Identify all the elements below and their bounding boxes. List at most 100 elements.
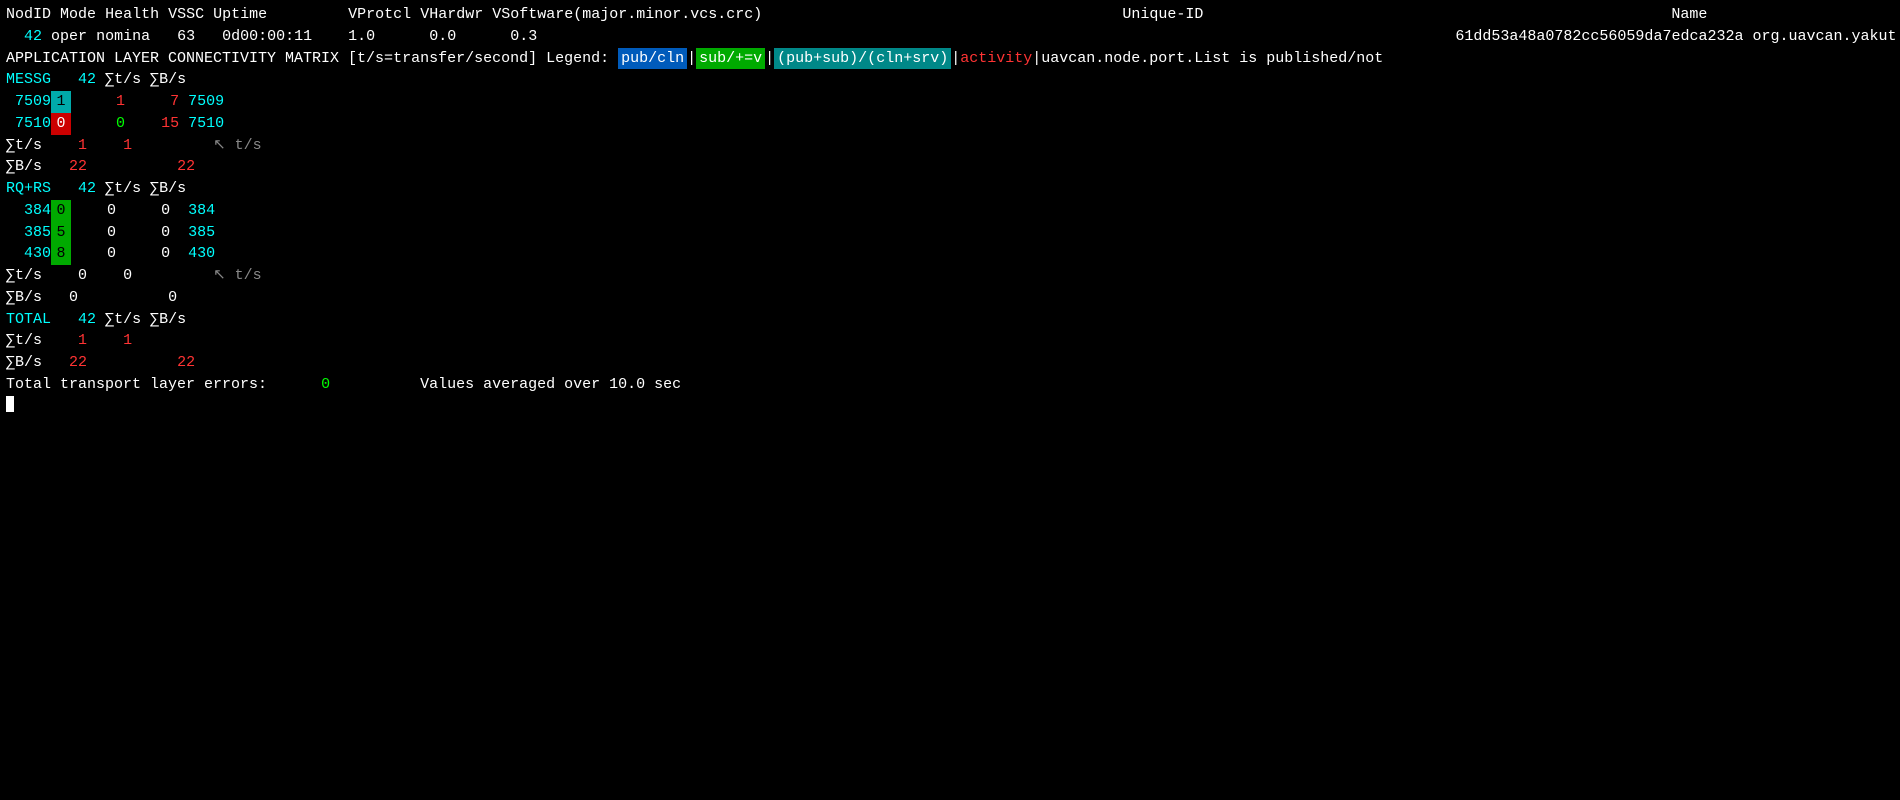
rqrs-total-bs-right: 0 <box>168 287 177 309</box>
badge-activity: activity <box>960 48 1032 70</box>
col-mode: Mode <box>60 4 96 26</box>
col-name: Name <box>1671 4 1707 26</box>
node-uniqueid: 61dd53a48a0782cc56059da7edca232a <box>1455 26 1743 48</box>
rqrs-cell-430: 8 <box>51 243 71 265</box>
rqrs-header: RQ+RS 42 ∑t/s ∑B/s <box>6 178 1894 200</box>
rqrs-sum-ts: ∑t/s <box>105 178 141 200</box>
badge-pub-cln: pub/cln <box>618 48 687 70</box>
messg-total-ts-label: ∑t/s <box>6 135 42 157</box>
messg-nodeid: 42 <box>78 69 96 91</box>
cursor-row <box>6 396 1894 412</box>
messg-cell-7509: 1 <box>51 91 71 113</box>
rqrs-total-ts-right: 0 <box>123 265 132 287</box>
node-vssc: 63 <box>177 26 195 48</box>
rqrs-sum-bs: ∑B/s <box>150 178 186 200</box>
rqrs-total-ts-arrow: ↖ t/s <box>213 265 262 287</box>
errors-label: Total transport layer errors: <box>6 374 267 396</box>
legend-prefix: APPLICATION LAYER CONNECTIVITY MATRIX [t… <box>6 48 618 70</box>
node-row: 42 oper nomina 63 0d00:00:11 1.0 0.0 0.3 <box>6 26 1894 48</box>
node-health: nomina <box>96 26 150 48</box>
col-vprotcl: VProtcl <box>348 4 411 26</box>
total-ts-right: 1 <box>123 330 132 352</box>
node-vsoftware: 0.3 <box>510 26 537 48</box>
total-nodeid: 42 <box>78 309 96 331</box>
messg-id2-7510: 7510 <box>188 113 224 135</box>
rqrs-cell-385: 5 <box>51 222 71 244</box>
legend-suffix: uavcan.node.port.List is published/not <box>1041 48 1383 70</box>
col-vssc: VSSC <box>168 4 204 26</box>
messg-id-7509: 7509 <box>15 91 51 113</box>
total-bs-label: ∑B/s <box>6 352 42 374</box>
badge-sub: sub/+=v <box>696 48 765 70</box>
rqrs-ts-384: 0 <box>107 200 116 222</box>
messg-row-7510: 7510 0 0 15 7510 <box>6 113 1894 135</box>
rqrs-nodeid: 42 <box>78 178 96 200</box>
total-sum-bs: ∑B/s <box>150 309 186 331</box>
messg-bs-7509: 7 <box>170 91 179 113</box>
total-bs-right: 22 <box>177 352 195 374</box>
rqrs-row-384: 384 0 0 0 384 <box>6 200 1894 222</box>
messg-total-bs-label: ∑B/s <box>6 156 42 178</box>
rqrs-bs-385: 0 <box>161 222 170 244</box>
rqrs-label: RQ+RS <box>6 178 51 200</box>
total-ts-row: ∑t/s 1 1 <box>6 330 1894 352</box>
messg-total-ts-arrow: ↖ t/s <box>213 135 262 157</box>
rqrs-total-bs-label: ∑B/s <box>6 287 42 309</box>
total-label: TOTAL <box>6 309 51 331</box>
total-ts-label: ∑t/s <box>6 330 42 352</box>
messg-total-bs-right: 22 <box>177 156 195 178</box>
messg-total-ts-right: 1 <box>123 135 132 157</box>
messg-sum-bs: ∑B/s <box>150 69 186 91</box>
messg-ts-7510: 0 <box>116 113 125 135</box>
rqrs-id2-430: 430 <box>188 243 215 265</box>
messg-bs-7510: 15 <box>161 113 179 135</box>
messg-id2-7509: 7509 <box>188 91 224 113</box>
rqrs-id-385: 385 <box>24 222 51 244</box>
rqrs-total-ts-label: ∑t/s <box>6 265 42 287</box>
header-row: NodID Mode Health VSSC Uptime VProtcl VH… <box>6 4 1894 26</box>
col-uniqueid: Unique-ID <box>1122 4 1203 26</box>
rqrs-bs-384: 0 <box>161 200 170 222</box>
rqrs-id2-385: 385 <box>188 222 215 244</box>
messg-header: MESSG 42 ∑t/s ∑B/s <box>6 69 1894 91</box>
footer-errors-row: Total transport layer errors: 0 Values a… <box>6 374 1894 396</box>
rqrs-id-384: 384 <box>24 200 51 222</box>
messg-id-7510: 7510 <box>15 113 51 135</box>
col-vsoftware: VSoftware(major.minor.vcs.crc) <box>492 4 762 26</box>
messg-ts-7509: 1 <box>116 91 125 113</box>
legend-row: APPLICATION LAYER CONNECTIVITY MATRIX [t… <box>6 48 1894 70</box>
rqrs-bs-430: 0 <box>161 243 170 265</box>
rqrs-row-430: 430 8 0 0 430 <box>6 243 1894 265</box>
badge-ratio: (pub+sub)/(cln+srv) <box>774 48 951 70</box>
avg-label: Values averaged over 10.0 sec <box>420 374 681 396</box>
node-vprotcl: 1.0 <box>348 26 375 48</box>
rqrs-id2-384: 384 <box>188 200 215 222</box>
total-ts-val: 1 <box>78 330 87 352</box>
terminal-cursor <box>6 396 14 412</box>
rqrs-id-430: 430 <box>24 243 51 265</box>
messg-sum-ts: ∑t/s <box>105 69 141 91</box>
node-nodeid: 42 <box>24 26 42 48</box>
col-vhardwr: VHardwr <box>420 4 483 26</box>
rqrs-total-bs-val: 0 <box>69 287 78 309</box>
node-uptime: 0d00:00:11 <box>222 26 312 48</box>
messg-label: MESSG <box>6 69 51 91</box>
total-header: TOTAL 42 ∑t/s ∑B/s <box>6 309 1894 331</box>
total-bs-row: ∑B/s 22 22 <box>6 352 1894 374</box>
messg-row-7509: 7509 1 1 7 7509 <box>6 91 1894 113</box>
col-uptime: Uptime <box>213 4 267 26</box>
terminal: NodID Mode Health VSSC Uptime VProtcl VH… <box>0 0 1900 416</box>
rqrs-ts-385: 0 <box>107 222 116 244</box>
total-bs-val: 22 <box>69 352 87 374</box>
messg-total-ts-val: 1 <box>78 135 87 157</box>
rqrs-ts-430: 0 <box>107 243 116 265</box>
col-nodeid: NodID <box>6 4 51 26</box>
col-health: Health <box>105 4 159 26</box>
rqrs-total-bs: ∑B/s 0 0 <box>6 287 1894 309</box>
messg-total-bs: ∑B/s 22 22 <box>6 156 1894 178</box>
errors-val: 0 <box>321 374 330 396</box>
rqrs-cell-384: 0 <box>51 200 71 222</box>
node-name: org.uavcan.yakut.monitor <box>1752 26 1900 48</box>
messg-total-ts: ∑t/s 1 1 ↖ t/s <box>6 135 1894 157</box>
node-mode: oper <box>51 26 87 48</box>
